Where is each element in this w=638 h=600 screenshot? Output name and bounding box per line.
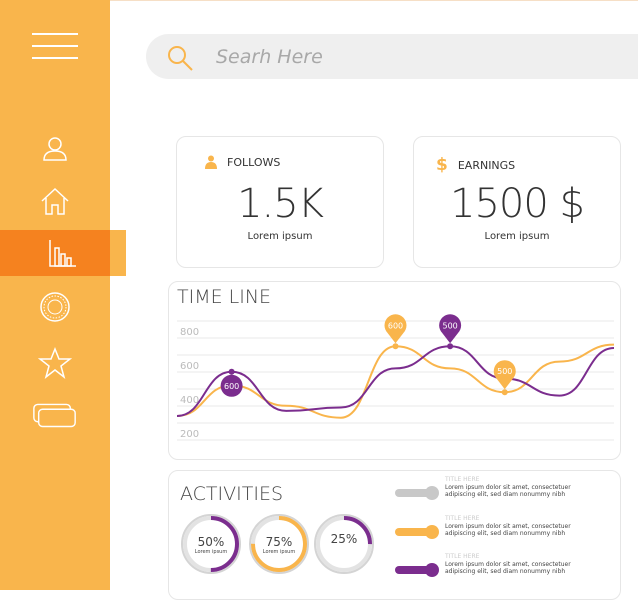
sidebar-item-home[interactable] — [0, 178, 110, 224]
legend-description: Lorem ipsum dolor sit amet, consectetuer… — [445, 484, 571, 498]
stat-value: 1.5K — [237, 181, 324, 227]
bar-chart-icon — [49, 240, 76, 267]
ring-percent: 50% — [197, 535, 225, 549]
hamburger-menu-icon[interactable] — [32, 33, 78, 61]
activities-title: ACTIVITIES — [180, 483, 284, 505]
cards-icon — [33, 403, 76, 428]
toggle-switch[interactable] — [395, 486, 439, 500]
star-icon — [38, 346, 72, 379]
stat-header: $ EARNINGS — [436, 155, 515, 175]
progress-ring: 25% — [313, 513, 375, 575]
search-input[interactable] — [214, 42, 618, 72]
stat-label: EARNINGS — [457, 158, 516, 172]
data-point — [501, 389, 508, 396]
legend-description: Lorem ipsum dolor sit amet, consectetuer… — [445, 523, 571, 537]
marker-label: 600 — [224, 382, 239, 391]
sun-dial-icon — [40, 292, 70, 322]
legend-item: TITLE HERE Lorem ipsum dolor sit amet, co… — [395, 476, 595, 512]
legend-item: TITLE HERE Lorem ipsum dolor sit amet, co… — [395, 515, 595, 551]
search-icon — [168, 46, 193, 71]
legend-title: TITLE HERE — [445, 476, 480, 483]
ring-subtitle: Lorem ipsum — [194, 549, 228, 555]
data-point — [447, 343, 454, 350]
legend-title: TITLE HERE — [445, 515, 480, 522]
value-marker[interactable]: 500 — [493, 360, 516, 396]
stat-subtitle: Lorem ipsum — [247, 231, 313, 242]
marker-label: 500 — [442, 321, 457, 330]
ring-percent: 75% — [265, 535, 293, 549]
timeline-chart: 800600400200600600 500500 — [176, 314, 615, 441]
data-point — [392, 343, 399, 350]
y-tick-label: 600 — [180, 361, 199, 372]
stat-card-earnings: $ EARNINGS 1500 $ Lorem ipsum — [413, 136, 621, 268]
marker-label: 500 — [497, 367, 512, 376]
stat-card-follows: FOLLOWS 1.5K Lorem ipsum — [176, 136, 384, 268]
value-marker[interactable]: 500 — [439, 314, 462, 350]
timeline-card: TIME LINE 800 600 400 200 600 600 500 500 — [168, 281, 621, 460]
stat-header: FOLLOWS — [205, 155, 280, 169]
stat-label: FOLLOWS — [227, 155, 281, 169]
search-bar[interactable] — [146, 34, 638, 79]
toggle-switch[interactable] — [395, 563, 439, 577]
legend-item: TITLE HERE Lorem ipsum dolor sit amet, co… — [395, 553, 595, 589]
legend-description: Lorem ipsum dolor sit amet, consectetuer… — [445, 561, 571, 575]
sidebar-item-cards[interactable] — [0, 392, 110, 438]
ring-subtitle: Lorem ipsum — [262, 549, 296, 555]
sidebar-item-analytics[interactable] — [0, 230, 126, 276]
dollar-icon: $ — [436, 155, 448, 175]
home-icon — [41, 187, 69, 215]
sidebar-item-favorites[interactable] — [0, 340, 110, 386]
y-tick-label: 800 — [180, 327, 199, 338]
sidebar — [0, 0, 126, 590]
stat-value: 1500 $ — [450, 181, 585, 227]
y-tick-label: 200 — [180, 429, 199, 440]
progress-ring: 50% Lorem ipsum — [180, 513, 242, 575]
ring-percent: 25% — [330, 532, 358, 546]
series-line — [176, 343, 615, 419]
progress-ring: 75% Lorem ipsum — [248, 513, 310, 575]
top-border — [110, 0, 638, 1]
person-icon — [205, 155, 217, 169]
sidebar-item-profile[interactable] — [0, 126, 110, 172]
marker-label: 600 — [388, 321, 403, 330]
legend-title: TITLE HERE — [445, 553, 480, 560]
data-point — [228, 368, 235, 375]
stat-subtitle: Lorem ipsum — [484, 231, 550, 242]
sidebar-item-settings[interactable] — [0, 284, 110, 330]
value-marker[interactable]: 600 — [384, 314, 407, 350]
toggle-switch[interactable] — [395, 525, 439, 539]
user-icon — [43, 137, 67, 161]
